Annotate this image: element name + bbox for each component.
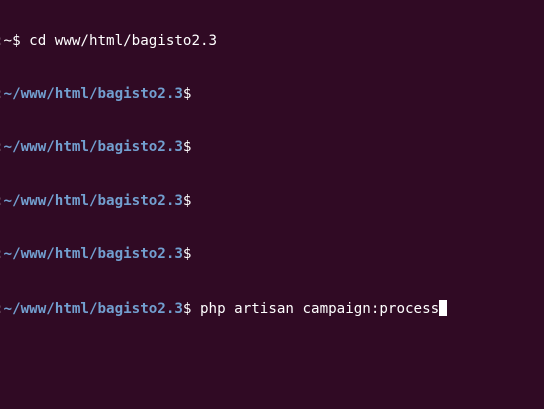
prompt-sigil: $ — [12, 32, 21, 49]
terminal-output: :~$ cd www/html/bagisto2.3 :~/www/html/b… — [0, 0, 448, 353]
terminal-line: :~/www/html/bagisto2.3$ — [0, 86, 447, 104]
terminal-line: :~/www/html/bagisto2.3$ — [0, 246, 447, 264]
terminal-line: :~/www/html/bagisto2.3$ — [0, 139, 447, 157]
prompt-sigil: $ — [182, 192, 192, 209]
terminal-window[interactable]: :~$ cd www/html/bagisto2.3 :~/www/html/b… — [0, 0, 544, 409]
prompt-sigil: $ — [182, 246, 192, 263]
prompt-path: ~/www/html/bagisto2.3 — [3, 139, 183, 156]
prompt-sigil: $ — [182, 139, 192, 156]
prompt-path: ~/www/html/bagisto2.3 — [3, 300, 183, 317]
prompt-path: ~/www/html/bagisto2.3 — [3, 246, 183, 263]
prompt-path: ~/www/html/bagisto2.3 — [3, 85, 183, 102]
text-cursor — [439, 299, 448, 316]
terminal-line: :~/www/html/bagisto2.3$ — [0, 193, 447, 211]
prompt-path: ~/www/html/bagisto2.3 — [3, 192, 183, 209]
prompt-path: ~ — [3, 32, 13, 49]
terminal-line: :~$ cd www/html/bagisto2.3 — [0, 33, 447, 51]
prompt-sigil: $ — [182, 85, 192, 102]
terminal-line-current[interactable]: :~/www/html/bagisto2.3$ php artisan camp… — [0, 299, 448, 318]
command-text: cd www/html/bagisto2.3 — [20, 32, 218, 49]
command-input[interactable]: php artisan campaign:process — [191, 301, 439, 317]
